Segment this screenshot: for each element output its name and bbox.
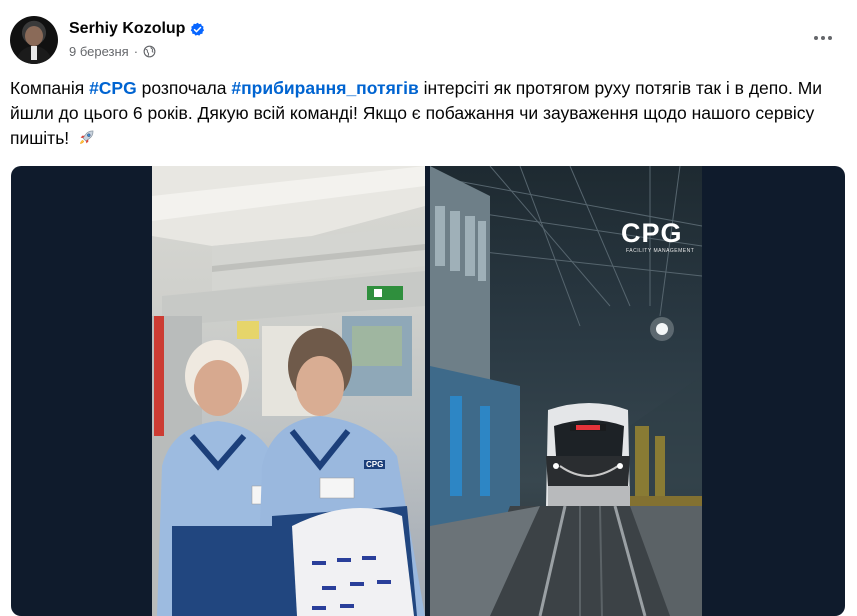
more-dot <box>828 36 832 40</box>
author-name-row: Serhiy Kozolup <box>69 20 205 38</box>
post-text-part: розпочала <box>136 78 232 98</box>
post-header: Serhiy Kozolup 9 березня · <box>10 16 857 66</box>
staff-photo-illustration <box>152 166 425 616</box>
post-meta: 9 березня · <box>69 44 156 59</box>
post-media[interactable]: CPG CPG FACILITY MANAGEMENT <box>11 166 845 616</box>
cpg-logo: CPG <box>621 218 683 248</box>
author-name[interactable]: Serhiy Kozolup <box>69 20 185 38</box>
author-avatar[interactable] <box>10 16 58 64</box>
post-text: Компанія #CPG розпочала #прибирання_потя… <box>10 76 850 151</box>
avatar-face <box>25 26 43 46</box>
hashtag-train-cleaning[interactable]: #прибирання_потягів <box>231 78 418 98</box>
photo-train-depot[interactable]: CPG FACILITY MANAGEMENT <box>430 166 702 616</box>
more-options-icon[interactable] <box>811 30 835 46</box>
globe-icon[interactable] <box>143 45 156 58</box>
avatar-shirt <box>31 46 37 60</box>
uniform-badge: CPG <box>364 460 386 469</box>
post-text-part: Компанія <box>10 78 90 98</box>
verified-badge-icon <box>191 22 205 36</box>
photo-cleaning-staff[interactable]: CPG <box>152 166 425 616</box>
meta-separator: · <box>133 44 139 59</box>
hashtag-cpg[interactable]: #CPG <box>89 78 137 98</box>
more-dot <box>821 36 825 40</box>
cpg-logo-subtext: FACILITY MANAGEMENT <box>626 248 695 254</box>
post-date[interactable]: 9 березня <box>69 44 129 59</box>
rocket-icon <box>80 130 94 144</box>
more-dot <box>814 36 818 40</box>
